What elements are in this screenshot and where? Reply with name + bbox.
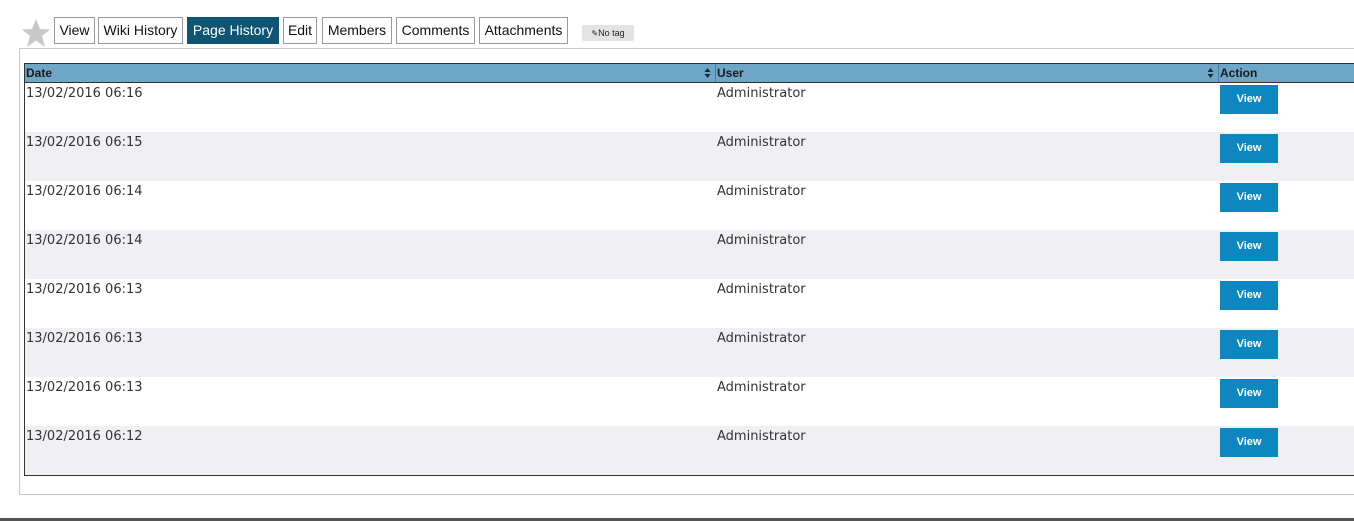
tab-comments[interactable]: Comments — [396, 17, 475, 44]
sort-icon[interactable] — [1207, 67, 1214, 79]
table-row: 13/02/2016 06:16 Administrator View — [25, 83, 1354, 132]
tag-label: No tag — [598, 28, 625, 38]
row-user: Administrator — [717, 135, 806, 150]
table-row: 13/02/2016 06:14 Administrator View — [25, 230, 1354, 279]
view-button[interactable]: View — [1220, 330, 1278, 359]
sort-icon[interactable] — [704, 67, 711, 79]
view-button[interactable]: View — [1220, 281, 1278, 310]
row-date: 13/02/2016 06:15 — [26, 135, 143, 150]
table-row: 13/02/2016 06:12 Administrator View — [25, 426, 1354, 475]
column-header-user-label: User — [717, 66, 744, 80]
column-header-action: Action — [1219, 64, 1354, 82]
row-date: 13/02/2016 06:14 — [26, 184, 143, 199]
history-grid: Date User Action 13/02/2016 06:16 Admini… — [24, 63, 1354, 476]
row-user: Administrator — [717, 282, 806, 297]
table-row: 13/02/2016 06:15 Administrator View — [25, 132, 1354, 181]
column-header-date-label: Date — [26, 66, 53, 80]
tab-attachments[interactable]: Attachments — [479, 17, 568, 44]
table-row: 13/02/2016 06:13 Administrator View — [25, 328, 1354, 377]
view-button[interactable]: View — [1220, 85, 1278, 114]
view-button[interactable]: View — [1220, 134, 1278, 163]
row-date: 13/02/2016 06:14 — [26, 233, 143, 248]
tag-badge[interactable]: ✎No tag — [582, 25, 634, 41]
row-date: 13/02/2016 06:13 — [26, 282, 143, 297]
row-user: Administrator — [717, 380, 806, 395]
row-date: 13/02/2016 06:13 — [26, 331, 143, 346]
tab-view[interactable]: View — [54, 17, 95, 44]
row-user: Administrator — [717, 86, 806, 101]
row-date: 13/02/2016 06:16 — [26, 86, 143, 101]
grid-header: Date User Action — [25, 64, 1354, 83]
row-user: Administrator — [717, 233, 806, 248]
tab-members[interactable]: Members — [322, 17, 392, 44]
column-header-date[interactable]: Date — [25, 64, 716, 82]
column-header-action-label: Action — [1220, 66, 1258, 80]
column-header-user[interactable]: User — [716, 64, 1219, 82]
star-icon[interactable] — [20, 17, 52, 49]
view-button[interactable]: View — [1220, 232, 1278, 261]
row-user: Administrator — [717, 429, 806, 444]
table-row: 13/02/2016 06:13 Administrator View — [25, 377, 1354, 426]
view-button[interactable]: View — [1220, 183, 1278, 212]
table-row: 13/02/2016 06:13 Administrator View — [25, 279, 1354, 328]
table-row: 13/02/2016 06:14 Administrator View — [25, 181, 1354, 230]
row-date: 13/02/2016 06:12 — [26, 429, 143, 444]
row-date: 13/02/2016 06:13 — [26, 380, 143, 395]
row-user: Administrator — [717, 331, 806, 346]
row-user: Administrator — [717, 184, 806, 199]
view-button[interactable]: View — [1220, 428, 1278, 457]
view-button[interactable]: View — [1220, 379, 1278, 408]
tab-page-history[interactable]: Page History — [187, 17, 279, 44]
tab-wiki-history[interactable]: Wiki History — [98, 17, 183, 44]
tab-edit[interactable]: Edit — [283, 17, 317, 44]
